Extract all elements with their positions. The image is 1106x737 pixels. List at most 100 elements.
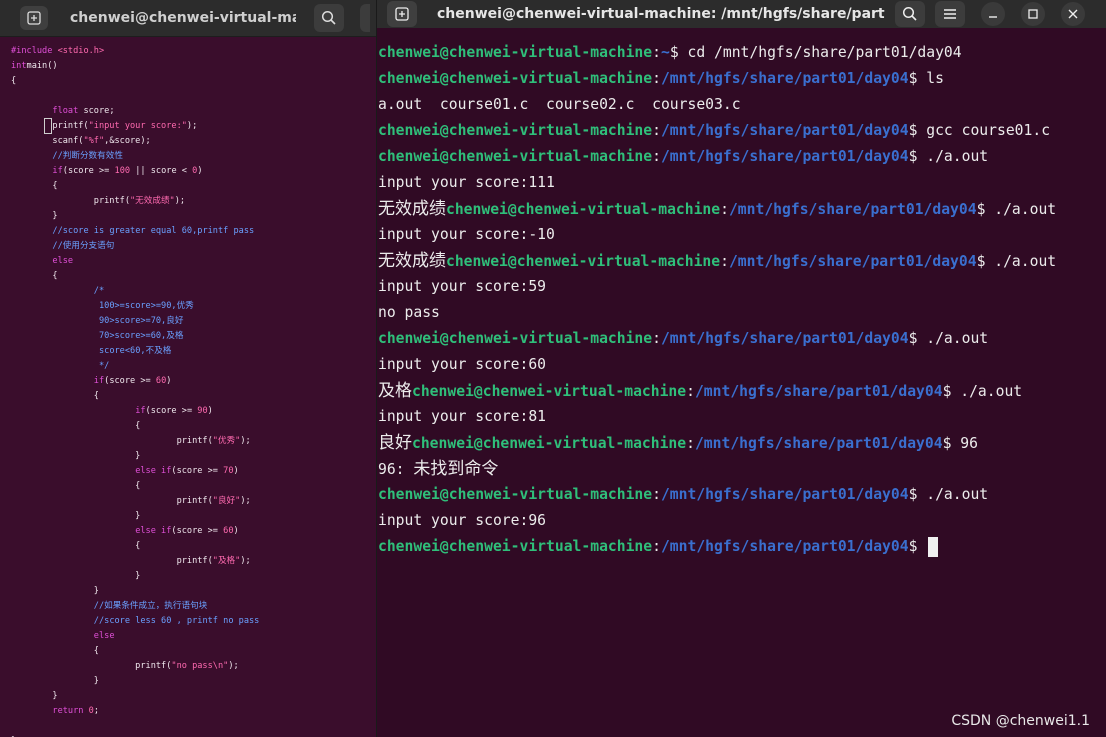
code-token: )	[207, 406, 213, 416]
terminal-text: :	[652, 148, 661, 165]
terminal-line: chenwei@chenwei-virtual-machine:/mnt/hgf…	[378, 118, 1106, 144]
code-token: {	[11, 481, 141, 491]
code-line: else	[11, 629, 376, 644]
left-titlebar: chenwei@chenwei-virtual-ma...	[0, 0, 376, 37]
terminal-text: $	[908, 538, 927, 555]
terminal-text: 良好	[378, 433, 412, 453]
maximize-button[interactable]	[1021, 2, 1045, 26]
code-token: printf(	[11, 196, 130, 206]
code-token: printf(	[11, 496, 213, 506]
code-line: }	[11, 509, 376, 524]
code-line: //如果条件成立，执行语句块	[11, 599, 376, 614]
search-button[interactable]	[314, 4, 344, 32]
terminal-line: 无效成绩chenwei@chenwei-virtual-machine:/mnt…	[378, 248, 1106, 274]
code-token: )	[233, 526, 239, 536]
minimize-button[interactable]	[981, 2, 1005, 26]
code-line: return 0;	[11, 704, 376, 719]
code-line: {	[11, 539, 376, 554]
terminal-line: input your score:111	[378, 170, 1106, 196]
terminal-cursor	[928, 537, 939, 557]
terminal-line: chenwei@chenwei-virtual-machine:/mnt/hgf…	[378, 534, 1106, 560]
code-line: }	[11, 209, 376, 224]
code-token: 90>score>=70,良好	[93, 316, 184, 326]
menu-button[interactable]	[935, 1, 965, 27]
code-line: //使用分支语句	[11, 239, 376, 254]
terminal-text: 及格	[378, 381, 412, 401]
prompt-path: /mnt/hgfs/share/part01/day04	[728, 253, 977, 270]
minimize-icon	[989, 16, 997, 18]
code-line: //score is greater equal 60,printf pass	[11, 224, 376, 239]
source-code-view[interactable]: #include <stdio.h> intmain(){ float score…	[11, 44, 376, 737]
code-token: else if	[135, 526, 172, 536]
terminal-text: input your score:111	[378, 174, 555, 191]
code-token: "%f"	[83, 136, 105, 146]
left-terminal-window: chenwei@chenwei-virtual-ma... #include <…	[0, 0, 376, 737]
terminal-text: $ ./a.out	[908, 148, 989, 165]
code-token: //score less 60 , printf no pass	[93, 616, 260, 626]
code-line: printf("及格");	[11, 554, 376, 569]
code-line: printf("优秀");	[11, 434, 376, 449]
search-icon	[321, 10, 336, 25]
code-token: //如果条件成立，执行语句块	[93, 601, 208, 611]
right-terminal-window: chenwei@chenwei-virtual-machine: /mnt/hg…	[377, 0, 1106, 737]
code-line: else	[11, 254, 376, 269]
code-token: "no pass\n"	[171, 661, 229, 671]
code-line: score<60,不及格	[11, 344, 376, 359]
terminal-line: chenwei@chenwei-virtual-machine:/mnt/hgf…	[378, 144, 1106, 170]
new-tab-icon	[27, 11, 41, 25]
terminal-text: $ ./a.out	[942, 383, 1023, 400]
prompt-path: /mnt/hgfs/share/part01/day04	[660, 70, 909, 87]
code-token: (score >=	[171, 526, 224, 536]
prompt-user: chenwei@chenwei-virtual-machine	[378, 44, 653, 61]
code-line: intmain()	[11, 59, 376, 74]
code-line: printf("良好");	[11, 494, 376, 509]
prompt-user: chenwei@chenwei-virtual-machine	[412, 435, 687, 452]
code-token: 100	[114, 166, 131, 176]
terminal-text: 无效成绩	[378, 199, 446, 219]
search-icon	[902, 6, 917, 21]
code-line: printf("input your score:");	[11, 119, 376, 134]
terminal-text: :	[686, 435, 695, 452]
new-tab-button[interactable]	[20, 6, 48, 30]
code-token: main()	[26, 61, 58, 71]
terminal-line: 良好chenwei@chenwei-virtual-machine:/mnt/h…	[378, 430, 1106, 456]
code-line: }	[11, 449, 376, 464]
code-line: float score;	[11, 104, 376, 119]
code-token: )	[166, 376, 172, 386]
code-line: //score less 60 , printf no pass	[11, 614, 376, 629]
code-token: (score >=	[104, 376, 156, 386]
code-line: else if(score >= 60)	[11, 524, 376, 539]
code-token: ,&score);	[104, 136, 151, 146]
prompt-user: chenwei@chenwei-virtual-machine	[412, 383, 687, 400]
menu-button-partial[interactable]	[360, 4, 370, 32]
code-token: }	[11, 691, 58, 701]
close-button[interactable]	[1061, 2, 1085, 26]
code-token: 70	[223, 466, 234, 476]
terminal-output[interactable]: chenwei@chenwei-virtual-machine:~$ cd /m…	[378, 40, 1106, 560]
prompt-path: /mnt/hgfs/share/part01/day04	[728, 201, 977, 218]
code-token: /*	[93, 286, 105, 296]
code-token: }	[11, 451, 141, 461]
terminal-line: chenwei@chenwei-virtual-machine:~$ cd /m…	[378, 40, 1106, 66]
code-line: */	[11, 359, 376, 374]
code-token: int	[11, 61, 27, 71]
code-token: */	[93, 361, 110, 371]
new-tab-button[interactable]	[387, 1, 417, 27]
code-token: 60	[155, 376, 167, 386]
terminal-line: chenwei@chenwei-virtual-machine:/mnt/hgf…	[378, 482, 1106, 508]
code-line: }	[11, 689, 376, 704]
search-button[interactable]	[895, 1, 925, 27]
terminal-text: no pass	[378, 304, 440, 321]
terminal-text: $ gcc course01.c	[908, 122, 1051, 139]
code-line: if(score >= 100 || score < 0)	[11, 164, 376, 179]
code-token: printf(	[11, 556, 213, 566]
terminal-text: $ ./a.out	[976, 253, 1057, 270]
code-token: {	[11, 181, 58, 191]
